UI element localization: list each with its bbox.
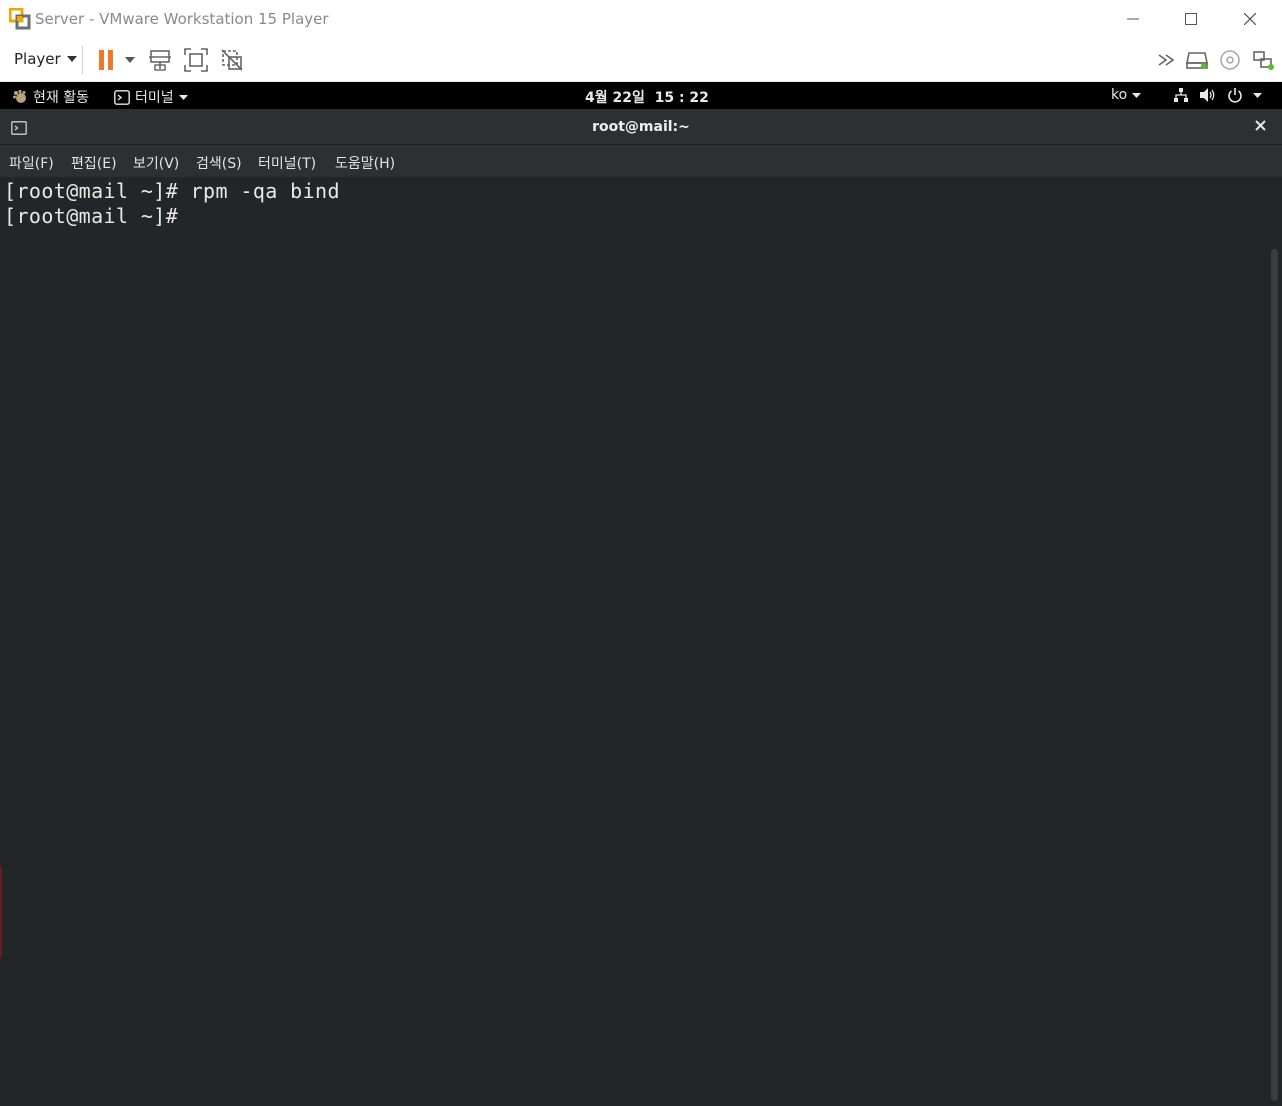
cd-rom-button[interactable] xyxy=(1216,46,1244,74)
terminal-output[interactable]: [root@mail ~]# rpm -qa bind [root@mail ~… xyxy=(0,177,1282,1106)
clock-label: 4월 22일 15 : 22 xyxy=(585,90,709,106)
chevron-down-icon xyxy=(125,57,135,63)
terminal-title: root@mail:~ xyxy=(592,119,690,135)
send-ctrl-alt-del-icon xyxy=(149,50,171,71)
terminal-line: [root@mail ~]# xyxy=(4,204,179,228)
player-menu-label: Player xyxy=(14,50,61,68)
pause-dropdown[interactable] xyxy=(118,46,142,74)
input-method-label: ko xyxy=(1111,87,1128,103)
terminal-line: [root@mail ~]# rpm -qa bind xyxy=(4,179,340,203)
fullscreen-button[interactable] xyxy=(182,46,210,74)
terminal-icon xyxy=(114,89,130,105)
player-menu[interactable]: Player xyxy=(14,50,77,68)
decorative-edge xyxy=(0,867,2,957)
maximize-button[interactable] xyxy=(1162,0,1220,38)
close-icon xyxy=(1244,13,1256,25)
menu-edit[interactable]: 편집(E) xyxy=(71,153,117,173)
activities-button[interactable]: 현재 활동 xyxy=(12,87,89,107)
close-window-button[interactable] xyxy=(1221,0,1279,38)
app-menu-terminal[interactable]: 터미널 xyxy=(114,87,188,107)
close-icon xyxy=(1255,120,1266,131)
pause-button[interactable] xyxy=(92,46,120,74)
vmware-logo-icon xyxy=(8,7,31,30)
unity-icon xyxy=(221,49,243,71)
volume-icon xyxy=(1200,88,1215,102)
toolbar-divider xyxy=(82,46,83,74)
menu-search[interactable]: 검색(S) xyxy=(196,153,242,173)
terminal-menubar: 파일(F) 편집(E) 보기(V) 검색(S) 터미널(T) 도움말(H) xyxy=(0,145,1282,177)
send-ctrl-alt-del-button[interactable] xyxy=(146,46,174,74)
menu-terminal[interactable]: 터미널(T) xyxy=(258,153,316,173)
unity-button[interactable] xyxy=(218,46,246,74)
minimize-icon xyxy=(1127,18,1139,20)
scrollbar[interactable] xyxy=(1268,177,1282,1106)
system-menu[interactable] xyxy=(1173,87,1262,103)
chevron-down-icon xyxy=(1132,92,1142,98)
gnome-foot-icon xyxy=(13,89,26,103)
window-titlebar: Server - VMware Workstation 15 Player xyxy=(0,0,1282,38)
input-method-menu[interactable]: ko xyxy=(1111,87,1142,103)
fullscreen-icon xyxy=(184,48,208,72)
menu-view[interactable]: 보기(V) xyxy=(133,153,179,173)
forward-icon xyxy=(1158,54,1175,66)
app-menu-label: 터미널 xyxy=(135,90,174,106)
activities-label: 현재 활동 xyxy=(33,90,89,106)
window-title: Server - VMware Workstation 15 Player xyxy=(35,10,329,28)
terminal-close-button[interactable] xyxy=(1255,119,1266,135)
hard-disk-icon xyxy=(1186,52,1208,69)
clock[interactable]: 4월 22일 15 : 22 xyxy=(585,87,709,107)
terminal-header-bar: root@mail:~ xyxy=(0,109,1282,145)
chevron-down-icon xyxy=(1253,92,1262,98)
chevron-down-icon xyxy=(178,94,188,100)
scrollbar-thumb[interactable] xyxy=(1271,249,1278,1101)
chevron-down-icon xyxy=(66,56,77,62)
menu-help[interactable]: 도움말(H) xyxy=(335,153,395,173)
power-icon xyxy=(1228,88,1242,103)
network-adapter-button[interactable] xyxy=(1249,46,1277,74)
network-adapter-icon xyxy=(1253,51,1274,70)
maximize-icon xyxy=(1185,13,1197,25)
minimize-button[interactable] xyxy=(1104,0,1162,38)
hard-disk-button[interactable] xyxy=(1183,46,1211,74)
menu-file[interactable]: 파일(F) xyxy=(9,153,54,173)
gnome-top-bar: 현재 활동 터미널 4월 22일 15 : 22 ko xyxy=(0,82,1282,109)
network-wired-icon xyxy=(1174,88,1188,102)
cd-rom-icon xyxy=(1220,50,1240,70)
vmware-toolbar: Player xyxy=(0,38,1282,82)
pause-icon xyxy=(99,50,113,70)
forward-button[interactable] xyxy=(1153,46,1181,74)
